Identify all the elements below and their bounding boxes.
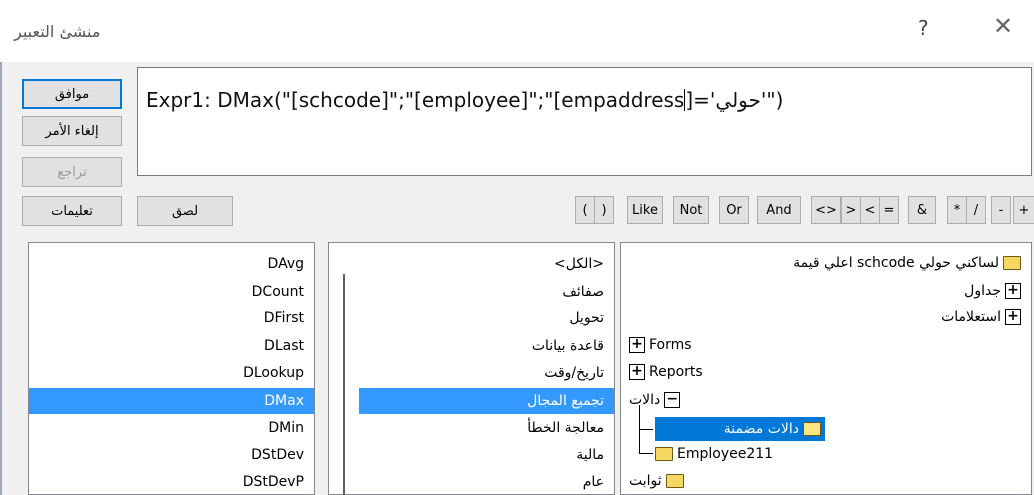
operator-equal[interactable]: = <box>879 196 899 224</box>
tree-item-selected[interactable]: دالات مضمنة <box>655 417 825 441</box>
function-item-dmax[interactable]: DMax <box>29 388 314 414</box>
plus-box-icon[interactable]: + <box>629 337 645 353</box>
category-item[interactable]: تاريخ/وقت <box>359 360 614 386</box>
title-bar: منشئ التعبير ? ✕ <box>0 0 1034 62</box>
paste-button[interactable]: لصق <box>137 196 233 226</box>
function-item-dfirst[interactable]: DFirst <box>29 305 314 331</box>
tree-item-label: Forms <box>649 337 692 353</box>
category-item[interactable]: معالجة الخطأ <box>359 415 614 441</box>
expression-box[interactable]: Expr1: DMax("[schcode]";"[employee]";"[e… <box>137 67 1032 176</box>
folder-icon <box>1003 256 1021 270</box>
plus-box-icon[interactable]: + <box>1005 309 1021 325</box>
elements-tree[interactable]: لساكني حولي schcode اعلي قيمة + جداول + … <box>620 242 1032 495</box>
cancel-button[interactable]: إلغاء الأمر <box>22 116 122 146</box>
operator-multiply[interactable]: * <box>947 196 967 224</box>
open-folder-icon <box>803 422 821 436</box>
tree-item-label: Employee211 <box>677 446 774 462</box>
category-item[interactable]: مالية <box>359 442 614 468</box>
tree-item-label: استعلامات <box>941 309 1001 325</box>
tree-item[interactable]: + استعلامات <box>941 305 1021 329</box>
window-title: منشئ التعبير <box>14 22 101 41</box>
ok-button[interactable]: موافق <box>22 79 122 109</box>
tree-item-label: دالات مضمنة <box>723 421 799 437</box>
tree-connector-line <box>639 453 653 454</box>
tree-item[interactable]: لساكني حولي schcode اعلي قيمة <box>793 251 1021 275</box>
help-button[interactable]: تعليمات <box>22 196 122 226</box>
tree-item-label: دالات <box>629 392 661 408</box>
tree-item[interactable]: Employee211 <box>655 442 773 466</box>
categories-list[interactable]: <الكل> صفائف تحويل قاعدة بيانات تاريخ/وق… <box>328 242 615 495</box>
plus-box-icon[interactable]: + <box>1005 283 1021 299</box>
function-item-dlast[interactable]: DLast <box>29 333 314 359</box>
expression-before-caret: Expr1: DMax("[schcode]";"[employee]";"[e… <box>146 88 685 112</box>
help-icon[interactable]: ? <box>918 16 929 40</box>
operator-plus[interactable]: + <box>1013 196 1034 224</box>
operator-open-paren[interactable]: ( <box>575 196 595 224</box>
tree-connector-line <box>639 429 653 430</box>
tree-item[interactable]: + جداول <box>964 279 1021 303</box>
tree-item-label: ثوابت <box>629 473 662 489</box>
expression-text[interactable]: Expr1: DMax("[schcode]";"[employee]";"[e… <box>146 88 783 112</box>
operator-not[interactable]: Not <box>673 196 709 224</box>
function-item-davg[interactable]: DAvg <box>29 251 314 277</box>
function-item-dlookup[interactable]: DLookup <box>29 360 314 386</box>
tree-item[interactable]: ثوابت <box>629 469 684 493</box>
operator-close-paren[interactable]: ) <box>594 196 614 224</box>
category-item[interactable]: <الكل> <box>359 251 614 277</box>
function-item-dcount[interactable]: DCount <box>29 279 314 305</box>
category-item-selected[interactable]: تجميع المجال <box>359 388 614 414</box>
close-icon[interactable]: ✕ <box>993 12 1013 40</box>
plus-box-icon[interactable]: + <box>629 364 645 380</box>
operator-minus[interactable]: - <box>991 196 1011 224</box>
operator-not-equal[interactable]: <> <box>811 196 841 224</box>
category-item[interactable]: صفائف <box>359 279 614 305</box>
operator-ampersand[interactable]: & <box>908 196 936 224</box>
tree-item-label: جداول <box>964 283 1001 299</box>
function-item-dstdevp[interactable]: DStDevP <box>29 469 314 494</box>
folder-icon <box>655 447 673 461</box>
tree-item[interactable]: + Forms <box>629 333 692 357</box>
tree-item-label: Reports <box>649 364 703 380</box>
tree-item[interactable]: + Reports <box>629 360 703 384</box>
operator-greater[interactable]: > <box>841 196 861 224</box>
expression-after-caret: ]='حولي'") <box>685 88 784 112</box>
functions-list[interactable]: DAvg DCount DFirst DLast DLookup DMax DM… <box>28 242 315 495</box>
function-item-dmin[interactable]: DMin <box>29 415 314 441</box>
category-item[interactable]: تحويل <box>359 305 614 331</box>
category-item[interactable]: عام <box>359 469 614 494</box>
operator-or[interactable]: Or <box>719 196 749 224</box>
operator-and[interactable]: And <box>757 196 801 224</box>
tree-item-label: لساكني حولي schcode اعلي قيمة <box>793 255 999 271</box>
folder-icon <box>665 474 684 488</box>
categories-scrollbar[interactable] <box>343 274 345 495</box>
minus-box-icon[interactable]: − <box>664 392 681 408</box>
operator-like[interactable]: Like <box>627 196 663 224</box>
undo-button[interactable]: تراجع <box>22 157 122 187</box>
tree-item[interactable]: − دالات <box>629 388 681 412</box>
operator-divide[interactable]: / <box>966 196 986 224</box>
operator-less[interactable]: < <box>860 196 880 224</box>
category-item[interactable]: قاعدة بيانات <box>359 333 614 359</box>
function-item-dstdev[interactable]: DStDev <box>29 442 314 468</box>
